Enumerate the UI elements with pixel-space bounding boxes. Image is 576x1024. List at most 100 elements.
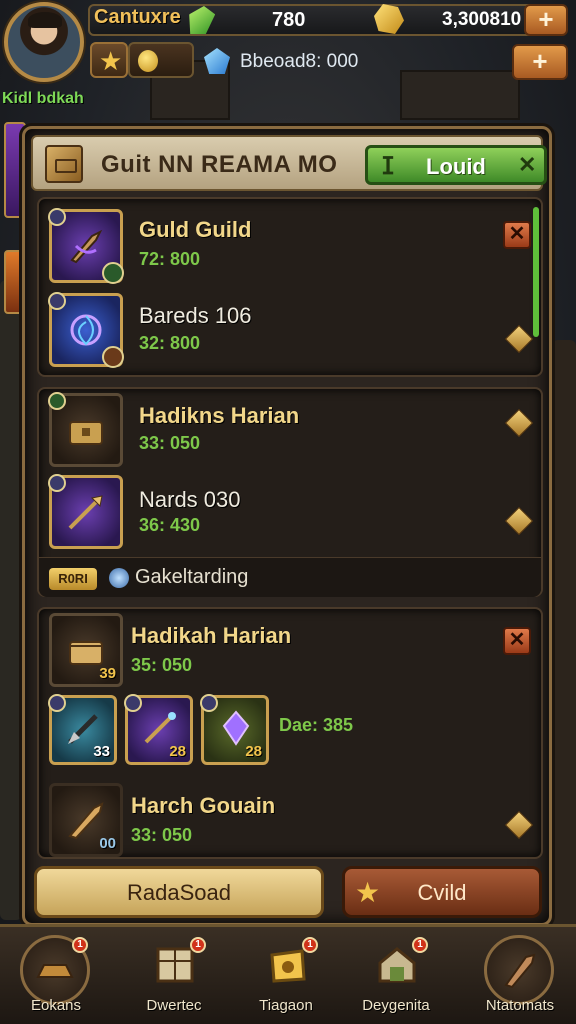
guild-label: Gakeltarding: [135, 566, 249, 588]
spear-icon: [68, 495, 103, 530]
level-badge: [48, 208, 66, 226]
reload-button[interactable]: RadaSoad: [34, 866, 324, 918]
chest-icon: [69, 421, 103, 445]
close-icon[interactable]: ✕: [518, 152, 536, 178]
nav-label: Deygenita: [362, 997, 430, 1014]
item-slot[interactable]: 00: [49, 783, 123, 857]
level-badge: [48, 474, 66, 492]
load-button-label: Louid: [426, 154, 486, 179]
item-price: 33: 050: [139, 433, 201, 453]
bottom-navigation: 1 Eokans 1 Dwertec 1 Tiagaon 1 Deygenita…: [0, 924, 576, 1024]
item-name: Guld Guild: [139, 217, 252, 242]
blue-gem-icon: [204, 48, 230, 74]
item-price: 33: 050: [131, 825, 193, 845]
list-item[interactable]: Bareds 106 32: 800: [39, 289, 541, 375]
notification-badge: 1: [412, 937, 428, 953]
nav-item-tiagaon[interactable]: 1 Tiagaon: [236, 933, 336, 1023]
chest-icon: [69, 641, 103, 665]
guild-shop-panel: Guit NN REAMA MO ⵊ Louid ✕ ✕ Guld Guild …: [22, 126, 552, 926]
item-name: Nards 030: [139, 487, 241, 512]
resource-value-2: 3,300810: [442, 9, 522, 30]
item-name: Hadikah Harian: [131, 623, 292, 648]
item-price: 72: 800: [139, 249, 201, 269]
flag-icon: ⵊ: [382, 153, 395, 180]
guild-emblem-icon: [109, 568, 129, 588]
item-slot[interactable]: 28: [200, 694, 269, 765]
rarity-badge: [102, 262, 124, 284]
item-slot[interactable]: [48, 392, 123, 467]
notification-badge: 1: [72, 937, 88, 953]
buy-diamond-icon[interactable]: [504, 506, 534, 536]
top-bar: Kidl bdkah Cantuxre 780 3,300810 + Bbeoa…: [0, 0, 576, 120]
item-name: Bareds 106: [139, 303, 252, 328]
item-slot[interactable]: 39: [49, 613, 123, 687]
level-badge: [200, 694, 218, 712]
item-count: 00: [99, 835, 116, 852]
buy-diamond-icon[interactable]: [504, 408, 534, 438]
panel-header: Guit NN REAMA MO ⵊ Louid ✕: [31, 135, 547, 191]
item-slot[interactable]: [48, 208, 124, 284]
player-avatar[interactable]: [4, 2, 84, 82]
guild-tag-badge: R0RI: [49, 568, 97, 590]
nav-item-ntatomats[interactable]: Ntatomats: [470, 933, 570, 1023]
shop-section-3: ✕ 39 Hadikah Harian 35: 050 33 28 28 Dae…: [37, 607, 543, 859]
vortex-icon: [70, 314, 102, 346]
buy-diamond-icon[interactable]: [504, 810, 534, 840]
item-name: Harch Gouain: [131, 793, 276, 818]
guild-footer-bar: R0RI Gakeltarding: [39, 557, 541, 597]
level-badge: [48, 392, 66, 410]
item-slot[interactable]: 28: [124, 694, 193, 765]
level-badge: [48, 694, 66, 712]
nav-item-deygenita[interactable]: 1 Deygenita: [346, 933, 446, 1023]
load-button[interactable]: ⵊ Louid ✕: [365, 145, 547, 185]
notification-badge: 1: [302, 937, 318, 953]
row-price-label: Dae: 385: [279, 715, 354, 735]
item-slot[interactable]: [48, 292, 124, 368]
horn-icon: [68, 802, 104, 840]
nav-item-eokans[interactable]: 1 Eokans: [6, 933, 106, 1023]
add-currency-button[interactable]: +: [524, 4, 568, 36]
nav-label: Tiagaon: [259, 997, 313, 1014]
item-price: 32: 800: [139, 333, 201, 353]
dagger-icon: [70, 229, 103, 264]
resource-name: Cantuxre: [94, 6, 181, 28]
panel-title: Guit NN REAMA MO: [101, 151, 338, 178]
item-count: 28: [245, 743, 262, 760]
star-icon[interactable]: [90, 42, 128, 78]
nav-label: Dwertec: [146, 997, 202, 1014]
item-name: Hadikns Harian: [139, 403, 300, 428]
horn-icon: [504, 953, 536, 989]
coin-icon[interactable]: [128, 42, 194, 78]
item-slot[interactable]: [48, 474, 123, 549]
build-button[interactable]: ★ Cvild: [342, 866, 542, 918]
nav-label: Ntatomats: [485, 997, 555, 1014]
item-price: 36: 430: [139, 515, 201, 535]
list-item[interactable]: Hadikns Harian 33: 050: [39, 389, 541, 475]
list-item[interactable]: Nards 030 36: 430: [39, 471, 541, 557]
item-count: 39: [99, 665, 116, 682]
star-icon: ★: [355, 877, 381, 908]
chest-icon: [45, 145, 83, 183]
list-item[interactable]: 39 Hadikah Harian 35: 050: [39, 613, 541, 699]
shop-section-2: Hadikns Harian 33: 050 Nards 030 36: 430…: [37, 387, 543, 597]
background-pillar: [552, 340, 576, 940]
item-count: 33: [93, 743, 110, 760]
arrow-icon: [68, 714, 98, 744]
item-slot[interactable]: 33: [48, 694, 117, 765]
buy-diamond-icon[interactable]: [504, 324, 534, 354]
player-name: Kidl bdkah: [2, 90, 84, 107]
add-gems-button[interactable]: +: [512, 44, 568, 80]
level-badge: [124, 694, 142, 712]
resource-value-3: Bbeoad8: 000: [240, 51, 359, 72]
list-item[interactable]: Guld Guild 72: 800: [39, 205, 541, 291]
background-pillar: [0, 280, 22, 920]
anvil-icon: [36, 964, 74, 978]
shop-section-1: ✕ Guld Guild 72: 800 Bareds 106 32: 800: [37, 197, 543, 377]
list-item[interactable]: 00 Harch Gouain 33: 050: [39, 777, 541, 863]
item-price: 35: 050: [131, 655, 193, 675]
wand-icon: [144, 712, 176, 744]
rarity-badge: [102, 346, 124, 368]
build-button-label: Cvild: [417, 880, 467, 905]
item-count: 28: [169, 743, 186, 760]
nav-item-dwertec[interactable]: 1 Dwertec: [124, 933, 224, 1023]
